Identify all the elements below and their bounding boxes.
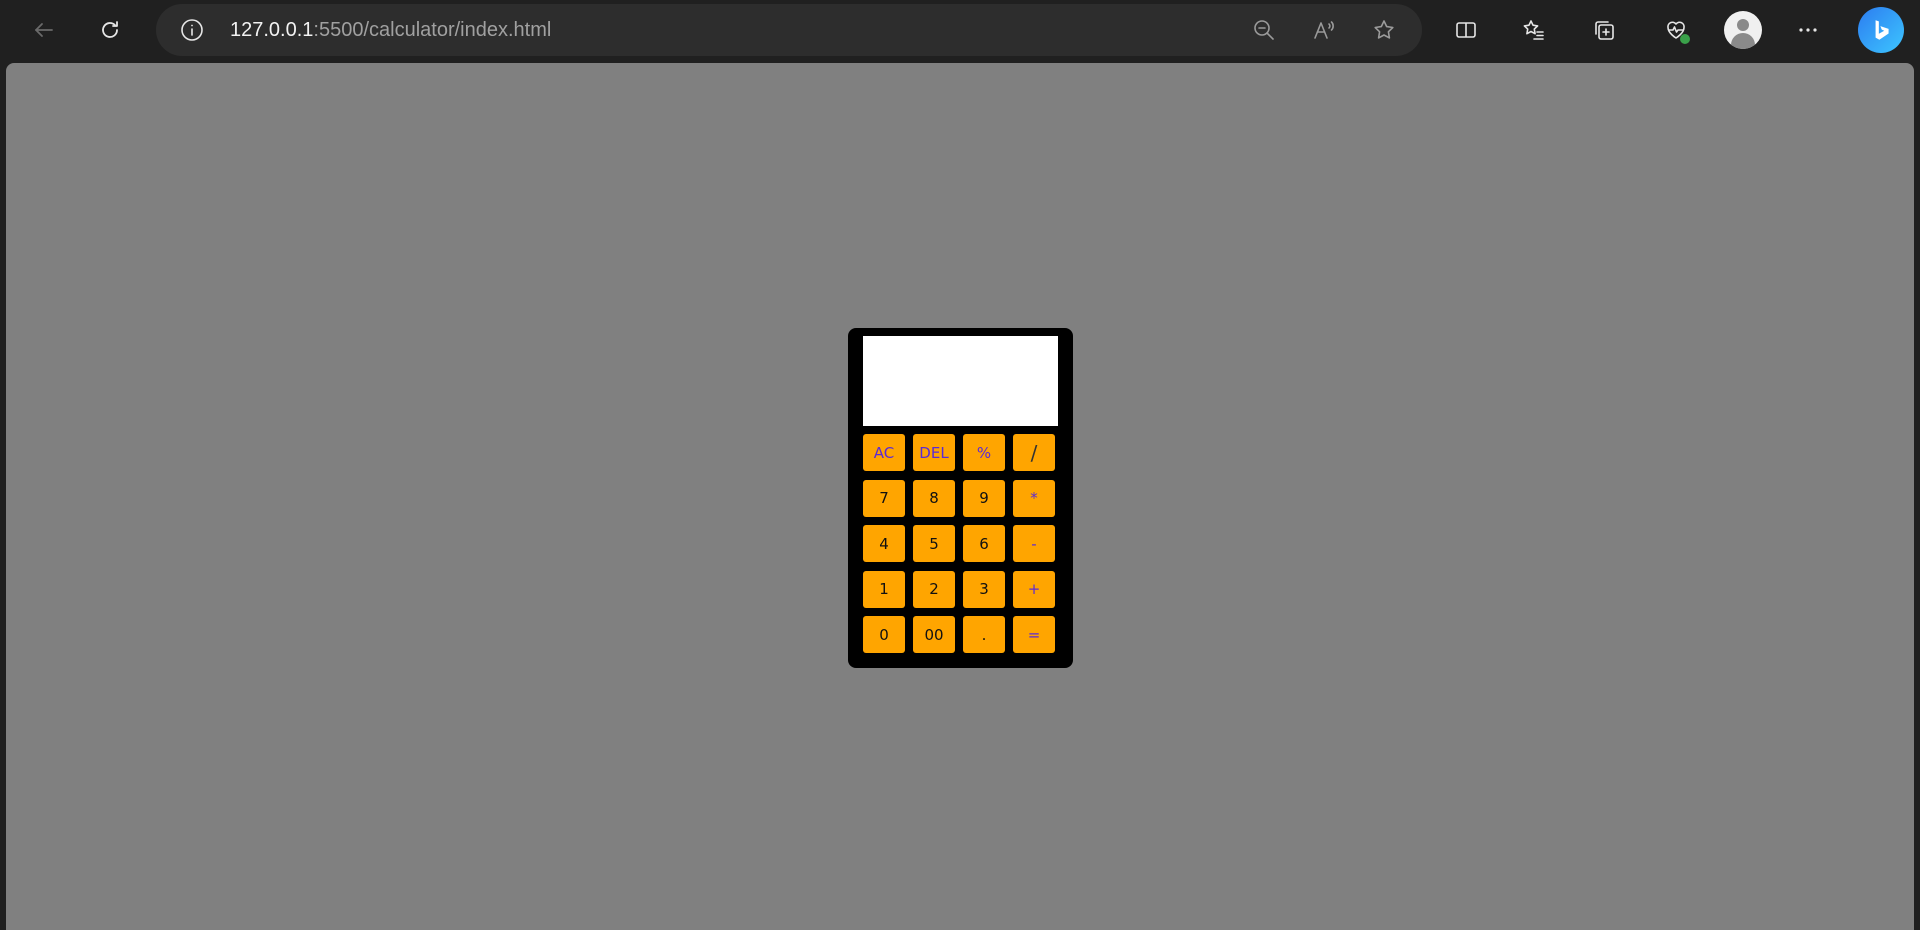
- more-dots-icon[interactable]: [1788, 10, 1828, 50]
- divide-button[interactable]: /: [1013, 434, 1055, 471]
- double-zero-button[interactable]: 00: [913, 616, 955, 653]
- delete-button[interactable]: DEL: [913, 434, 955, 471]
- calculator-display[interactable]: [863, 336, 1058, 426]
- digit-8-button[interactable]: 8: [913, 479, 955, 517]
- favorites-icon[interactable]: [1514, 10, 1554, 50]
- zoom-out-icon[interactable]: [1250, 16, 1278, 44]
- clear-all-button[interactable]: AC: [863, 434, 905, 471]
- info-icon[interactable]: [180, 18, 204, 42]
- profile-avatar[interactable]: [1724, 11, 1762, 49]
- digit-6-button[interactable]: 6: [963, 525, 1005, 562]
- avatar-body: [1731, 33, 1755, 49]
- digit-3-button[interactable]: 3: [963, 570, 1005, 608]
- read-aloud-icon[interactable]: [1310, 16, 1338, 44]
- back-arrow-icon[interactable]: [24, 10, 64, 50]
- collections-icon[interactable]: [1584, 10, 1624, 50]
- add-button[interactable]: +: [1013, 570, 1055, 608]
- digit-5-button[interactable]: 5: [913, 525, 955, 562]
- digit-9-button[interactable]: 9: [963, 479, 1005, 517]
- bing-copilot-icon[interactable]: [1858, 7, 1904, 53]
- page-viewport: AC DEL%/ 7 8 9 * 4 5 6- 1 2 3 +0 00. =: [6, 63, 1914, 930]
- star-icon[interactable]: [1370, 16, 1398, 44]
- digit-7-button[interactable]: 7: [863, 479, 905, 517]
- url-text[interactable]: 127.0.0.1:5500/calculator/index.html: [230, 19, 551, 41]
- digit-2-button[interactable]: 2: [913, 570, 955, 608]
- split-screen-icon[interactable]: [1446, 10, 1486, 50]
- url-host: 127.0.0.1: [230, 19, 314, 41]
- url-path: :5500/calculator/index.html: [313, 19, 552, 41]
- status-badge: [1680, 34, 1690, 44]
- digit-0-button[interactable]: 0: [863, 616, 905, 653]
- browser-toolbar: 127.0.0.1:5500/calculator/index.html: [0, 0, 1920, 60]
- calculator: AC DEL%/ 7 8 9 * 4 5 6- 1 2 3 +0 00. =: [848, 328, 1073, 668]
- browser-essentials-icon[interactable]: [1656, 10, 1696, 50]
- digit-4-button[interactable]: 4: [863, 525, 905, 562]
- address-bar[interactable]: 127.0.0.1:5500/calculator/index.html: [156, 4, 1422, 56]
- equals-button[interactable]: =: [1013, 616, 1055, 653]
- subtract-button[interactable]: -: [1013, 525, 1055, 562]
- digit-1-button[interactable]: 1: [863, 570, 905, 608]
- avatar-head: [1737, 19, 1749, 31]
- decimal-button[interactable]: .: [963, 616, 1005, 653]
- multiply-button[interactable]: *: [1013, 479, 1055, 517]
- percent-button[interactable]: %: [963, 434, 1005, 471]
- refresh-icon[interactable]: [90, 10, 130, 50]
- calculator-keypad: AC DEL%/ 7 8 9 * 4 5 6- 1 2 3 +0 00. =: [863, 434, 1059, 653]
